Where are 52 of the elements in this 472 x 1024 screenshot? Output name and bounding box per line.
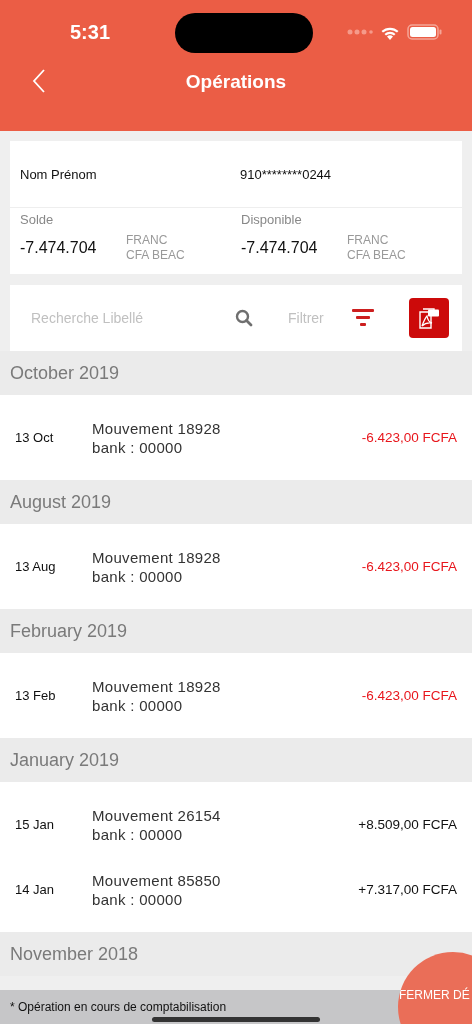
operation-row[interactable]: 13 Oct Mouvement 18928 bank : 00000 -6.423,00 FCFA [0,405,472,470]
operation-row[interactable]: 15 Jan Mouvement 26154 bank : 00000 +8.509,00 FCFA [0,792,472,857]
account-holder-name: Nom Prénom [19,166,98,182]
balance-amount: -7.474.704 [241,239,319,257]
month-header: January 2019 [0,738,472,782]
balance-label: Solde [20,212,55,227]
operation-row[interactable]: 13 Feb Mouvement 18928 bank : 00000 -6.423,00 FCFA [0,663,472,728]
operation-row[interactable]: 13 Aug Mouvement 18928 bank : 00000 -6.423,00 FCFA [0,534,472,599]
operation-row[interactable]: 14 Jan Mouvement 85850 bank : 00000 +7.317,00 FCFA [0,857,472,922]
search-button[interactable] [235,309,253,327]
balance-label: Disponible [241,212,303,227]
operation-date: 13 Oct [15,430,55,445]
operation-bank: bank : 00000 [92,824,184,844]
battery-icon [407,24,442,40]
operation-date: 13 Aug [15,559,57,574]
account-number: 910********0244 [240,166,332,182]
screen-title: Opérations [185,71,287,93]
balance-amount: -7.474.704 [20,239,98,257]
operation-title: Mouvement 18928 [92,418,221,438]
operation-title: Mouvement 26154 [92,805,221,825]
month-header: November 2018 [0,932,472,976]
operation-title: Mouvement 18928 [92,676,221,696]
operation-bank: bank : 00000 [92,889,184,909]
operation-date: 14 Jan [15,882,56,897]
operation-bank: bank : 00000 [92,695,184,715]
search-icon [235,309,253,327]
month-header: August 2019 [0,480,472,524]
operation-amount: -6.423,00 FCFA [361,430,457,445]
operation-title: Mouvement 18928 [92,547,221,567]
operation-amount: -6.423,00 FCFA [361,559,457,574]
filter-icon [351,309,374,327]
operation-amount: +8.509,00 FCFA [358,817,457,832]
operation-title: Mouvement 85850 [92,870,221,890]
signal-icon [347,29,373,35]
pdf-icon [417,306,441,330]
back-icon [32,68,46,94]
month-header: February 2019 [0,609,472,653]
back-button[interactable] [32,68,46,94]
operation-bank: bank : 00000 [92,437,184,457]
operation-date: 15 Jan [15,817,56,832]
operation-date: 13 Feb [15,688,57,703]
month-header: October 2019 [0,351,472,395]
operation-bank: bank : 00000 [92,566,184,586]
status-time: 5:31 [70,20,112,44]
pending-note: * Opération en cours de comptabilisation [10,1000,227,1014]
filter-label: Filtrer [288,310,324,326]
operation-amount: -6.423,00 FCFA [361,688,457,703]
operation-amount: +7.317,00 FCFA [358,882,457,897]
currency-label: FRANC CFA BEAC [347,233,406,263]
pdf-export-button[interactable] [409,298,449,338]
filter-button[interactable] [351,309,374,327]
currency-label: FRANC CFA BEAC [126,233,185,263]
